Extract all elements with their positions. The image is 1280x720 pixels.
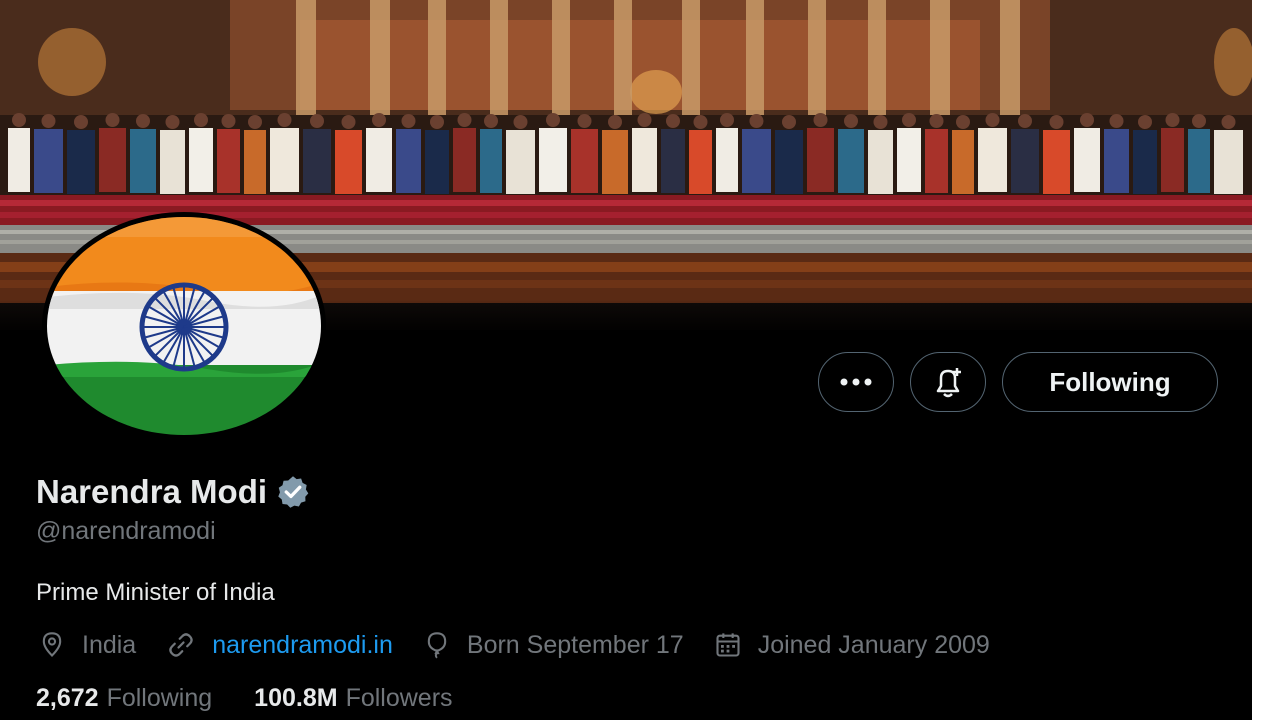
balloon-icon xyxy=(427,632,447,659)
following-label: Following xyxy=(106,684,213,712)
verified-badge-icon[interactable] xyxy=(275,474,311,510)
birthday-text: Born September 17 xyxy=(466,630,684,659)
followers-stat[interactable]: 100.8M Followers xyxy=(254,684,452,713)
website-link[interactable]: narendramodi.in xyxy=(212,631,393,660)
joined-item: Joined January 2009 xyxy=(714,631,990,660)
following-button[interactable]: Following xyxy=(1002,352,1218,412)
more-options-button[interactable] xyxy=(818,352,894,412)
following-stat[interactable]: 2,672 Following xyxy=(36,684,212,713)
notifications-button[interactable] xyxy=(910,352,986,412)
profile-meta: India narendramodi.in Born September 17 xyxy=(38,630,1020,660)
following-count: 2,672 xyxy=(36,684,99,712)
more-dots-icon xyxy=(840,378,872,386)
indian-flag-avatar xyxy=(47,217,321,435)
location-text: India xyxy=(82,630,137,659)
joined-text: Joined January 2009 xyxy=(757,630,990,659)
profile-avatar[interactable] xyxy=(42,212,326,440)
window-edge xyxy=(1252,0,1280,720)
followers-count: 100.8M xyxy=(254,684,338,712)
birthday-item: Born September 17 xyxy=(423,631,684,660)
follow-stats: 2,672 Following 100.8M Followers xyxy=(36,684,495,713)
flag-image xyxy=(47,217,321,435)
name-row: Narendra Modi xyxy=(36,473,311,511)
calendar-icon xyxy=(716,633,740,657)
profile-bio: Prime Minister of India xyxy=(36,579,275,606)
user-handle: @narendramodi xyxy=(36,517,216,545)
display-name: Narendra Modi xyxy=(36,473,268,510)
followers-label: Followers xyxy=(345,684,453,712)
bell-plus-icon xyxy=(936,368,961,398)
link-icon xyxy=(169,633,193,657)
profile-page: Following Narendra Modi @narendramodi Pr… xyxy=(0,0,1252,720)
location-item: India xyxy=(38,631,136,660)
location-pin-icon xyxy=(42,632,62,657)
website-item[interactable]: narendramodi.in xyxy=(166,630,393,660)
